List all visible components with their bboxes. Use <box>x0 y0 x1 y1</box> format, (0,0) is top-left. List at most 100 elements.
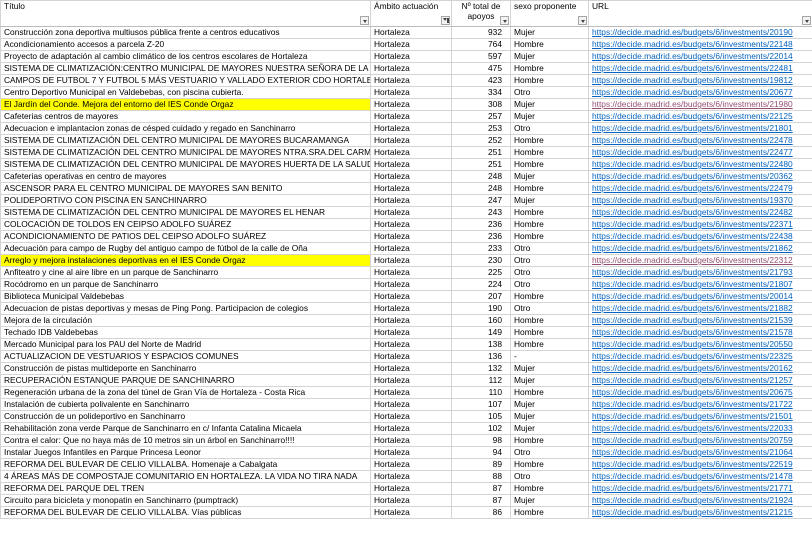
cell-sexo[interactable]: - <box>510 350 589 363</box>
cell-apoyos[interactable]: 251 <box>451 158 511 171</box>
cell-ambito[interactable]: Hortaleza <box>370 206 452 219</box>
cell-sexo[interactable]: Hombre <box>510 506 589 519</box>
cell-titulo[interactable]: Construcción de pistas multideporte en S… <box>0 362 371 375</box>
cell-sexo[interactable]: Mujer <box>510 194 589 207</box>
cell-apoyos[interactable]: 98 <box>451 434 511 447</box>
cell-ambito[interactable]: Hortaleza <box>370 266 452 279</box>
cell-ambito[interactable]: Hortaleza <box>370 146 452 159</box>
cell-apoyos[interactable]: 138 <box>451 338 511 351</box>
cell-sexo[interactable]: Mujer <box>510 26 589 39</box>
cell-apoyos[interactable]: 87 <box>451 482 511 495</box>
cell-titulo[interactable]: Rocódromo en un parque de Sanchinarro <box>0 278 371 291</box>
cell-apoyos[interactable]: 475 <box>451 62 511 75</box>
cell-apoyos[interactable]: 236 <box>451 218 511 231</box>
cell-apoyos[interactable]: 252 <box>451 134 511 147</box>
cell-apoyos[interactable]: 105 <box>451 410 511 423</box>
cell-titulo[interactable]: CAMPOS DE FUTBOL 7 Y FUTBOL 5 MÁS VESTUA… <box>0 74 371 87</box>
cell-url[interactable]: https://decide.madrid.es/budgets/6/inves… <box>588 458 812 471</box>
cell-titulo[interactable]: Mejora de la circulación <box>0 314 371 327</box>
cell-url[interactable]: https://decide.madrid.es/budgets/6/inves… <box>588 122 812 135</box>
cell-apoyos[interactable]: 190 <box>451 302 511 315</box>
cell-sexo[interactable]: Mujer <box>510 410 589 423</box>
cell-apoyos[interactable]: 248 <box>451 182 511 195</box>
cell-titulo[interactable]: SISTEMA DE CLIMATIZACIÓN DEL CENTRO MUNI… <box>0 158 371 171</box>
cell-titulo[interactable]: Adecuación para campo de Rugby del antig… <box>0 242 371 255</box>
cell-sexo[interactable]: Hombre <box>510 326 589 339</box>
cell-ambito[interactable]: Hortaleza <box>370 182 452 195</box>
cell-sexo[interactable]: Hombre <box>510 218 589 231</box>
cell-titulo[interactable]: Circuito para bicicleta y monopatin en S… <box>0 494 371 507</box>
cell-apoyos[interactable]: 87 <box>451 494 511 507</box>
cell-sexo[interactable]: Mujer <box>510 362 589 375</box>
header-sexo[interactable]: sexo proponente <box>510 0 589 27</box>
cell-apoyos[interactable]: 243 <box>451 206 511 219</box>
cell-ambito[interactable]: Hortaleza <box>370 326 452 339</box>
cell-titulo[interactable]: Regeneración urbana de la zona del túnel… <box>0 386 371 399</box>
cell-apoyos[interactable]: 207 <box>451 290 511 303</box>
cell-titulo[interactable]: Construcción zona deportiva multiusos pú… <box>0 26 371 39</box>
cell-url[interactable]: https://decide.madrid.es/budgets/6/inves… <box>588 446 812 459</box>
cell-sexo[interactable]: Otro <box>510 86 589 99</box>
cell-titulo[interactable]: Rehabilitación zona verde Parque de Sanc… <box>0 422 371 435</box>
cell-sexo[interactable]: Hombre <box>510 74 589 87</box>
cell-titulo[interactable]: SISTEMA DE CLIMATIZACIÓN DEL CENTRO MUNI… <box>0 146 371 159</box>
cell-ambito[interactable]: Hortaleza <box>370 122 452 135</box>
cell-ambito[interactable]: Hortaleza <box>370 350 452 363</box>
cell-titulo[interactable]: Cafeterias centros de mayores <box>0 110 371 123</box>
cell-titulo[interactable]: Instalación de cubierta polivalente en S… <box>0 398 371 411</box>
cell-apoyos[interactable]: 423 <box>451 74 511 87</box>
cell-apoyos[interactable]: 107 <box>451 398 511 411</box>
cell-sexo[interactable]: Mujer <box>510 110 589 123</box>
cell-url[interactable]: https://decide.madrid.es/budgets/6/inves… <box>588 254 812 267</box>
cell-titulo[interactable]: Contra el calor: Que no haya más de 10 m… <box>0 434 371 447</box>
cell-apoyos[interactable]: 94 <box>451 446 511 459</box>
cell-apoyos[interactable]: 225 <box>451 266 511 279</box>
cell-apoyos[interactable]: 308 <box>451 98 511 111</box>
cell-apoyos[interactable]: 764 <box>451 38 511 51</box>
cell-ambito[interactable]: Hortaleza <box>370 434 452 447</box>
cell-apoyos[interactable]: 334 <box>451 86 511 99</box>
cell-ambito[interactable]: Hortaleza <box>370 26 452 39</box>
cell-sexo[interactable]: Hombre <box>510 146 589 159</box>
cell-sexo[interactable]: Otro <box>510 470 589 483</box>
cell-apoyos[interactable]: 149 <box>451 326 511 339</box>
cell-url[interactable]: https://decide.madrid.es/budgets/6/inves… <box>588 314 812 327</box>
cell-ambito[interactable]: Hortaleza <box>370 410 452 423</box>
cell-url[interactable]: https://decide.madrid.es/budgets/6/inves… <box>588 506 812 519</box>
cell-titulo[interactable]: Acondicionamiento accesos a parcela Z-20 <box>0 38 371 51</box>
cell-titulo[interactable]: Biblioteca Municipal Valdebebas <box>0 290 371 303</box>
cell-titulo[interactable]: Centro Deportivo Municipal en Valdebebas… <box>0 86 371 99</box>
cell-sexo[interactable]: Hombre <box>510 338 589 351</box>
cell-ambito[interactable]: Hortaleza <box>370 314 452 327</box>
cell-url[interactable]: https://decide.madrid.es/budgets/6/inves… <box>588 50 812 63</box>
cell-sexo[interactable]: Mujer <box>510 422 589 435</box>
cell-apoyos[interactable]: 136 <box>451 350 511 363</box>
cell-ambito[interactable]: Hortaleza <box>370 470 452 483</box>
cell-apoyos[interactable]: 112 <box>451 374 511 387</box>
cell-sexo[interactable]: Otro <box>510 278 589 291</box>
cell-url[interactable]: https://decide.madrid.es/budgets/6/inves… <box>588 482 812 495</box>
cell-sexo[interactable]: Hombre <box>510 182 589 195</box>
cell-apoyos[interactable]: 132 <box>451 362 511 375</box>
cell-titulo[interactable]: Mercado Municipal para los PAU del Norte… <box>0 338 371 351</box>
cell-url[interactable]: https://decide.madrid.es/budgets/6/inves… <box>588 26 812 39</box>
cell-url[interactable]: https://decide.madrid.es/budgets/6/inves… <box>588 74 812 87</box>
cell-ambito[interactable]: Hortaleza <box>370 62 452 75</box>
cell-url[interactable]: https://decide.madrid.es/budgets/6/inves… <box>588 374 812 387</box>
cell-titulo[interactable]: ACONDICIONAMIENTO DE PATIOS DEL CEIPSO A… <box>0 230 371 243</box>
header-ambito[interactable]: Ámbito actuación <box>370 0 452 27</box>
cell-sexo[interactable]: Mujer <box>510 50 589 63</box>
cell-ambito[interactable]: Hortaleza <box>370 50 452 63</box>
cell-titulo[interactable]: 4 ÁREAS MÁS DE COMPOSTAJE COMUNITARIO EN… <box>0 470 371 483</box>
cell-apoyos[interactable]: 253 <box>451 122 511 135</box>
filter-dropdown-icon[interactable] <box>500 16 509 25</box>
cell-ambito[interactable]: Hortaleza <box>370 302 452 315</box>
cell-ambito[interactable]: Hortaleza <box>370 446 452 459</box>
cell-url[interactable]: https://decide.madrid.es/budgets/6/inves… <box>588 38 812 51</box>
cell-sexo[interactable]: Mujer <box>510 98 589 111</box>
cell-ambito[interactable]: Hortaleza <box>370 494 452 507</box>
cell-url[interactable]: https://decide.madrid.es/budgets/6/inves… <box>588 218 812 231</box>
cell-ambito[interactable]: Hortaleza <box>370 170 452 183</box>
cell-url[interactable]: https://decide.madrid.es/budgets/6/inves… <box>588 62 812 75</box>
cell-apoyos[interactable]: 89 <box>451 458 511 471</box>
